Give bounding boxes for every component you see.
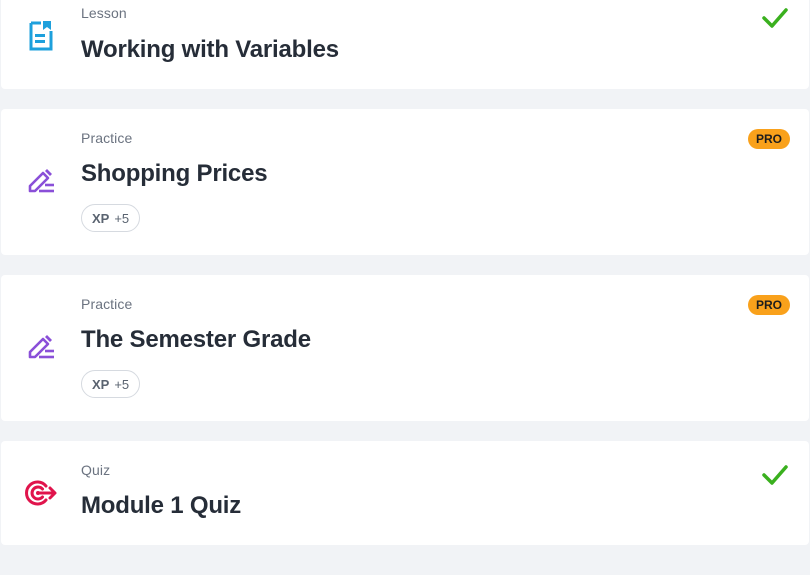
item-title: Module 1 Quiz [81, 492, 242, 519]
quiz-target-icon [23, 475, 59, 511]
list-item-practice[interactable]: Practice Shopping Prices PRO XP +5 [1, 109, 809, 255]
xp-value: +5 [114, 376, 130, 392]
item-title: The Semester Grade [81, 326, 311, 353]
list-item-practice[interactable]: Practice The Semester Grade PRO XP +5 [1, 275, 809, 421]
pro-badge: PRO [747, 295, 790, 315]
item-type-label: Lesson [81, 5, 127, 21]
pro-badge: PRO [747, 129, 790, 149]
practice-pencil-icon [23, 164, 59, 200]
xp-badge: XP +5 [81, 370, 141, 398]
item-type-label: Practice [81, 130, 133, 146]
completed-check-icon [762, 8, 788, 28]
lesson-document-icon [23, 18, 59, 54]
module-item-list: Lesson Working with Variables Practice S… [0, 0, 810, 575]
xp-badge: XP +5 [81, 204, 141, 232]
list-item-lesson[interactable]: Lesson Working with Variables [1, 0, 809, 89]
practice-pencil-icon [23, 330, 59, 366]
item-type-label: Practice [81, 296, 133, 312]
item-title: Shopping Prices [81, 160, 268, 187]
item-type-label: Quiz [81, 462, 111, 478]
item-title: Working with Variables [81, 36, 339, 63]
xp-label: XP [92, 376, 110, 392]
list-item-quiz[interactable]: Quiz Module 1 Quiz [1, 441, 809, 545]
completed-check-icon [762, 465, 788, 485]
xp-value: +5 [114, 210, 130, 226]
xp-label: XP [92, 210, 110, 226]
